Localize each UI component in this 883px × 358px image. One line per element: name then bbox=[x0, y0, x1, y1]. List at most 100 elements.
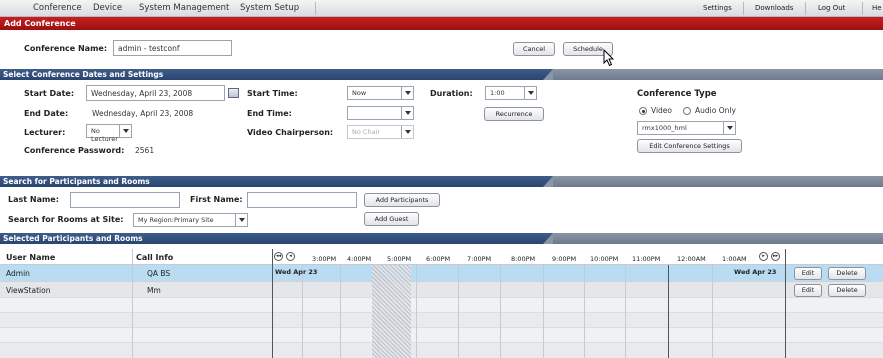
start-date-label: Start Date: bbox=[24, 89, 75, 98]
menu-divider bbox=[743, 2, 744, 15]
menu-divider bbox=[862, 2, 863, 15]
calendar-icon[interactable] bbox=[228, 88, 239, 98]
top-menu-bar: Conference Device System Management Syst… bbox=[0, 0, 883, 17]
conference-name-label: Conference Name: bbox=[24, 44, 108, 53]
dates-settings-title: Select Conference Dates and Settings bbox=[3, 70, 164, 79]
add-conference-header: Add Conference bbox=[0, 17, 883, 30]
video-chair-select: No Chair bbox=[347, 125, 414, 139]
column-header-call: Call Info bbox=[136, 253, 174, 262]
video-radio[interactable] bbox=[639, 107, 647, 115]
lecturer-label: Lecturer: bbox=[24, 128, 66, 137]
row-user-name: ViewStation bbox=[6, 286, 51, 295]
delete-participant-button[interactable]: Delete bbox=[828, 284, 866, 297]
password-value: 2561 bbox=[135, 146, 155, 155]
selected-participants-header: Selected Participants and Rooms bbox=[0, 233, 883, 244]
column-divider bbox=[272, 249, 273, 358]
recurrence-button[interactable]: Recurrence bbox=[484, 107, 544, 121]
chevron-down-icon bbox=[723, 122, 735, 134]
lecturer-select-value: No Lecturer bbox=[91, 127, 118, 143]
video-chair-select-value: No Chair bbox=[352, 128, 381, 136]
column-divider bbox=[785, 249, 786, 358]
chevron-down-icon bbox=[119, 125, 131, 137]
menu-logout[interactable]: Log Out bbox=[818, 4, 845, 12]
hour-label: 9:00PM bbox=[552, 255, 577, 263]
duration-select-value: 1:00 bbox=[490, 89, 505, 97]
hour-label: 10:00PM bbox=[590, 255, 619, 263]
dates-settings-header: Select Conference Dates and Settings bbox=[0, 69, 883, 80]
lecturer-select[interactable]: No Lecturer bbox=[86, 124, 132, 143]
row-user-name: Admin bbox=[6, 269, 30, 278]
day-label-end: Wed Apr 23 bbox=[734, 268, 777, 276]
profile-select-value: rmx1000_hml bbox=[642, 124, 687, 132]
column-header-user: User Name bbox=[6, 253, 56, 262]
selected-participants-title: Selected Participants and Rooms bbox=[3, 234, 143, 243]
menu-divider bbox=[805, 2, 806, 15]
scroll-day-back-icon[interactable]: ◂◂ bbox=[274, 252, 283, 261]
end-date-label: End Date: bbox=[24, 109, 69, 118]
audio-only-radio-label: Audio Only bbox=[695, 106, 736, 115]
cancel-button[interactable]: Cancel bbox=[513, 42, 555, 56]
scroll-hour-forward-icon[interactable]: ▸ bbox=[759, 252, 768, 261]
search-header: Search for Participants and Rooms bbox=[0, 176, 883, 187]
hour-divider bbox=[458, 265, 459, 358]
scroll-day-forward-icon[interactable]: ▸▸ bbox=[771, 252, 780, 261]
add-guest-button[interactable]: Add Guest bbox=[364, 212, 419, 226]
first-name-input[interactable] bbox=[247, 192, 357, 208]
conference-type-label: Conference Type bbox=[637, 89, 717, 99]
start-date-input[interactable]: Wednesday, April 23, 2008 bbox=[86, 85, 225, 101]
hour-divider bbox=[712, 265, 713, 358]
scroll-hour-back-icon[interactable]: ◂ bbox=[286, 252, 295, 261]
delete-participant-button[interactable]: Delete bbox=[828, 267, 866, 280]
menu-settings[interactable]: Settings bbox=[703, 4, 732, 12]
audio-only-radio[interactable] bbox=[683, 107, 691, 115]
row-call-info: QA BS bbox=[147, 269, 171, 278]
site-select[interactable]: My Region:Primary Site bbox=[133, 213, 248, 227]
password-label: Conference Password: bbox=[24, 146, 125, 155]
edit-participant-button[interactable]: Edit bbox=[794, 284, 822, 297]
duration-label: Duration: bbox=[430, 89, 473, 98]
hour-divider bbox=[543, 265, 544, 358]
hour-divider bbox=[625, 265, 626, 358]
edit-conference-settings-button[interactable]: Edit Conference Settings bbox=[637, 139, 742, 153]
chevron-down-icon bbox=[235, 214, 247, 226]
hour-divider bbox=[584, 265, 585, 358]
hour-label: 5:00PM bbox=[387, 255, 412, 263]
chevron-down-icon bbox=[401, 126, 413, 138]
hour-label: 12:00AM bbox=[677, 255, 706, 263]
menu-device[interactable]: Device bbox=[93, 3, 122, 13]
hour-divider bbox=[416, 265, 417, 358]
menu-conference[interactable]: Conference bbox=[33, 3, 82, 13]
hour-label: 1:00AM bbox=[722, 255, 747, 263]
search-title: Search for Participants and Rooms bbox=[3, 177, 150, 186]
current-time-marker bbox=[372, 265, 411, 358]
day-label-start: Wed Apr 23 bbox=[275, 268, 318, 276]
conference-name-input[interactable]: admin - testconf bbox=[113, 40, 232, 56]
first-name-label: First Name: bbox=[190, 195, 243, 204]
mouse-cursor-icon bbox=[603, 49, 615, 67]
day-divider bbox=[668, 265, 669, 358]
hour-label: 11:00PM bbox=[632, 255, 661, 263]
chevron-down-icon bbox=[401, 107, 413, 119]
hour-divider bbox=[302, 265, 303, 358]
end-time-label: End Time: bbox=[247, 109, 292, 118]
row-call-info: Mm bbox=[147, 286, 161, 295]
add-participants-button[interactable]: Add Participants bbox=[364, 193, 440, 207]
column-divider bbox=[132, 249, 133, 358]
menu-downloads[interactable]: Downloads bbox=[755, 4, 793, 12]
edit-participant-button[interactable]: Edit bbox=[794, 267, 822, 280]
hour-label: 7:00PM bbox=[467, 255, 492, 263]
profile-select[interactable]: rmx1000_hml bbox=[637, 121, 736, 135]
video-radio-label: Video bbox=[651, 106, 673, 115]
start-time-select[interactable]: Now bbox=[347, 86, 414, 100]
last-name-input[interactable] bbox=[70, 192, 180, 208]
hour-divider bbox=[500, 265, 501, 358]
end-time-select[interactable] bbox=[347, 106, 414, 120]
hour-label: 8:00PM bbox=[511, 255, 536, 263]
duration-select[interactable]: 1:00 bbox=[485, 86, 537, 100]
start-time-select-value: Now bbox=[352, 89, 367, 97]
hour-label: 6:00PM bbox=[426, 255, 451, 263]
menu-system-setup[interactable]: System Setup bbox=[240, 3, 299, 13]
site-select-value: My Region:Primary Site bbox=[138, 216, 214, 224]
menu-system-management[interactable]: System Management bbox=[139, 3, 229, 13]
menu-help[interactable]: He bbox=[872, 4, 882, 12]
